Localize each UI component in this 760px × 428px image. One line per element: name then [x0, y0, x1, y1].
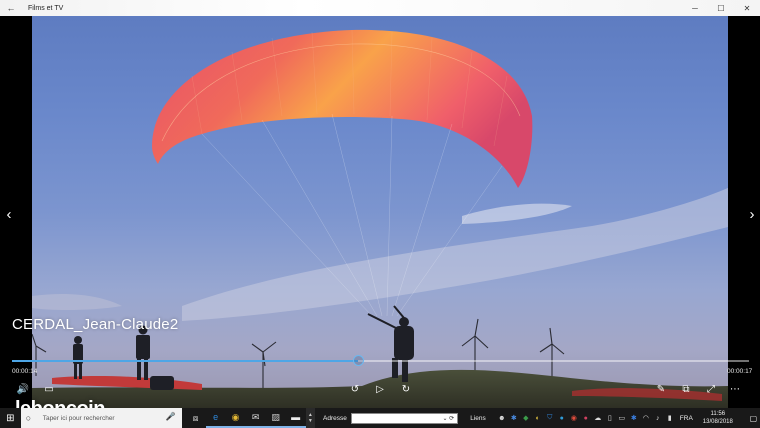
search-icon: ○ — [25, 413, 32, 423]
fullscreen-icon[interactable]: ⤢ — [703, 382, 719, 396]
seek-progress — [12, 360, 359, 362]
close-icon[interactable]: ✕ — [734, 0, 760, 16]
notification-icon[interactable]: ▢ — [747, 408, 760, 428]
wifi-icon[interactable]: ◠ — [640, 408, 652, 428]
taskbar-search[interactable]: ○ Taper ici pour rechercher 🎤 — [20, 408, 182, 428]
total-time: 00:00:17 — [727, 368, 753, 375]
app-window: ← Films et TV ─ ☐ ✕ ‹ › CERDAL_Jean-Clau… — [0, 0, 760, 428]
windows-start-icon[interactable]: ⊞ — [0, 408, 21, 428]
taskbar-apps: ⧈ e ◉ ✉ ▨ ▬ — [186, 408, 306, 428]
toolbar-scroll[interactable]: ▲ ▼ — [305, 408, 315, 428]
display-icon[interactable]: ▭ — [616, 408, 628, 428]
task-view-icon[interactable]: ⧈ — [186, 408, 206, 428]
cast-icon[interactable]: ⧉ — [678, 382, 694, 396]
people-icon[interactable]: ☻ — [496, 408, 508, 428]
title-bar: ← Films et TV ─ ☐ ✕ — [0, 0, 760, 16]
onedrive-icon[interactable]: ☁ — [592, 408, 604, 428]
window-controls: ─ ☐ ✕ — [682, 0, 760, 16]
clock-time: 11:56 — [710, 411, 726, 417]
address-label: Adresse — [323, 414, 347, 422]
search-placeholder: Taper ici pour rechercher — [42, 414, 115, 422]
video-stage[interactable]: ‹ › CERDAL_Jean-Claude2 00:00:14 00:00:1… — [0, 16, 760, 408]
chrome-icon[interactable]: ◉ — [225, 408, 246, 428]
mail-icon[interactable]: ✉ — [245, 408, 266, 428]
address-dropdown-icon[interactable]: ⌄ ⟳ — [443, 415, 455, 422]
volume-tray-icon[interactable]: ♪ — [652, 408, 664, 428]
more-options-icon[interactable]: ⋯ — [727, 382, 743, 396]
taskbar: ⊞ ○ Taper ici pour rechercher 🎤 ⧈ e ◉ ✉ ▨ ▬ ▲… — [0, 408, 760, 428]
rewind-icon[interactable]: ↺ — [347, 382, 363, 396]
links-label[interactable]: Liens — [470, 415, 486, 422]
play-icon[interactable]: ▷ — [372, 382, 388, 396]
window-title: Films et TV — [28, 4, 64, 12]
system-tray: ☻ ✱ ◆ ◐ ⛉ ● ◉ ● ☁ ▯ ▭ ✱ ◠ ♪ ▮ — [496, 408, 676, 428]
current-time: 00:00:14 — [12, 368, 38, 375]
microphone-icon[interactable]: 🎤 — [166, 412, 176, 421]
video-frame[interactable] — [32, 16, 728, 408]
app-tray-icon[interactable]: ● — [556, 408, 568, 428]
usb-icon[interactable]: ▯ — [604, 408, 616, 428]
edit-icon[interactable]: ✎ — [653, 382, 669, 396]
subtitles-icon[interactable]: ▭ — [41, 382, 57, 396]
tray-blue-icon[interactable]: ✱ — [628, 408, 640, 428]
security-icon[interactable]: ◐ — [532, 408, 544, 428]
previous-video-icon[interactable]: ‹ — [2, 204, 16, 224]
seek-bar[interactable] — [12, 355, 749, 366]
leboncoin-watermark: leboncoin — [15, 398, 105, 408]
forward-icon[interactable]: ↻ — [398, 382, 414, 396]
volume-icon[interactable]: 🔊 — [15, 382, 31, 396]
tray-app-icon[interactable]: ● — [580, 408, 592, 428]
minimize-icon[interactable]: ─ — [682, 0, 708, 16]
next-video-icon[interactable]: › — [745, 204, 759, 224]
language-indicator[interactable]: FRA — [680, 415, 693, 422]
address-input[interactable]: ⌄ ⟳ — [350, 412, 459, 424]
clock[interactable]: 11:56 13/08/2018 — [703, 410, 733, 426]
power-icon[interactable]: ▮ — [664, 408, 676, 428]
network-icon[interactable]: ◆ — [520, 408, 532, 428]
shield-icon[interactable]: ⛉ — [544, 408, 556, 428]
films-tv-icon[interactable]: ▬ — [285, 408, 306, 428]
bluetooth-icon[interactable]: ✱ — [508, 408, 520, 428]
edge-icon[interactable]: e — [205, 408, 226, 428]
video-scene — [32, 29, 728, 408]
chrome-tray-icon[interactable]: ◉ — [568, 408, 580, 428]
back-arrow-icon[interactable]: ← — [0, 0, 22, 16]
video-title: CERDAL_Jean-Claude2 — [12, 316, 179, 333]
clock-date: 13/08/2018 — [702, 419, 733, 425]
photos-icon[interactable]: ▨ — [265, 408, 286, 428]
maximize-icon[interactable]: ☐ — [708, 0, 734, 16]
